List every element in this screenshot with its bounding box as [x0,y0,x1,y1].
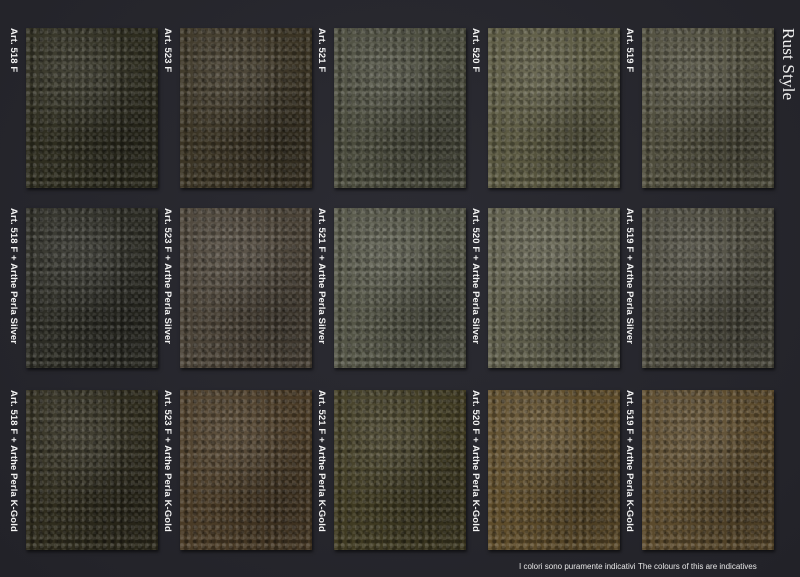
footer-note-english: The colours of this are indicatives [638,562,757,571]
color-swatch [26,390,158,550]
color-swatch [334,208,466,368]
color-swatch [180,208,312,368]
swatch-label: Art. 520 F + Arthe Perla Silver [470,208,481,345]
swatch-label: Art. 523 F + Arthe Perla K-Gold [162,390,173,532]
color-swatch [180,390,312,550]
page-title: Rust Style [779,28,798,101]
color-swatch [26,208,158,368]
swatch-label: Art. 519 F [624,28,635,73]
swatch-label: Art. 518 F + Arthe Perla K-Gold [8,390,19,532]
swatch-label: Art. 521 F [316,28,327,73]
swatch-label: Art. 518 F [8,28,19,73]
color-swatch [642,28,774,188]
color-swatch [334,390,466,550]
color-swatch [488,208,620,368]
swatch-label: Art. 521 F + Arthe Perla Silver [316,208,327,345]
swatch-label: Art. 523 F + Arthe Perla Silver [162,208,173,345]
color-swatch [642,208,774,368]
swatch-label: Art. 520 F [470,28,481,73]
swatch-label: Art. 518 F + Arthe Perla Silver [8,208,19,345]
swatch-label: Art. 519 F + Arthe Perla Silver [624,208,635,345]
swatch-label: Art. 519 F + Arthe Perla K-Gold [624,390,635,532]
color-swatch [334,28,466,188]
color-swatch [180,28,312,188]
swatch-label: Art. 520 F + Arthe Perla K-Gold [470,390,481,532]
color-swatch [26,28,158,188]
swatch-label: Art. 521 F + Arthe Perla K-Gold [316,390,327,532]
color-swatch [488,28,620,188]
color-swatch [642,390,774,550]
footer-note-italian: I colori sono puramente indicativi [519,562,636,571]
color-swatch [488,390,620,550]
swatch-label: Art. 523 F [162,28,173,73]
catalog-page: Rust Style Art. 518 F Art. 523 F Art. 521 … [0,0,800,577]
